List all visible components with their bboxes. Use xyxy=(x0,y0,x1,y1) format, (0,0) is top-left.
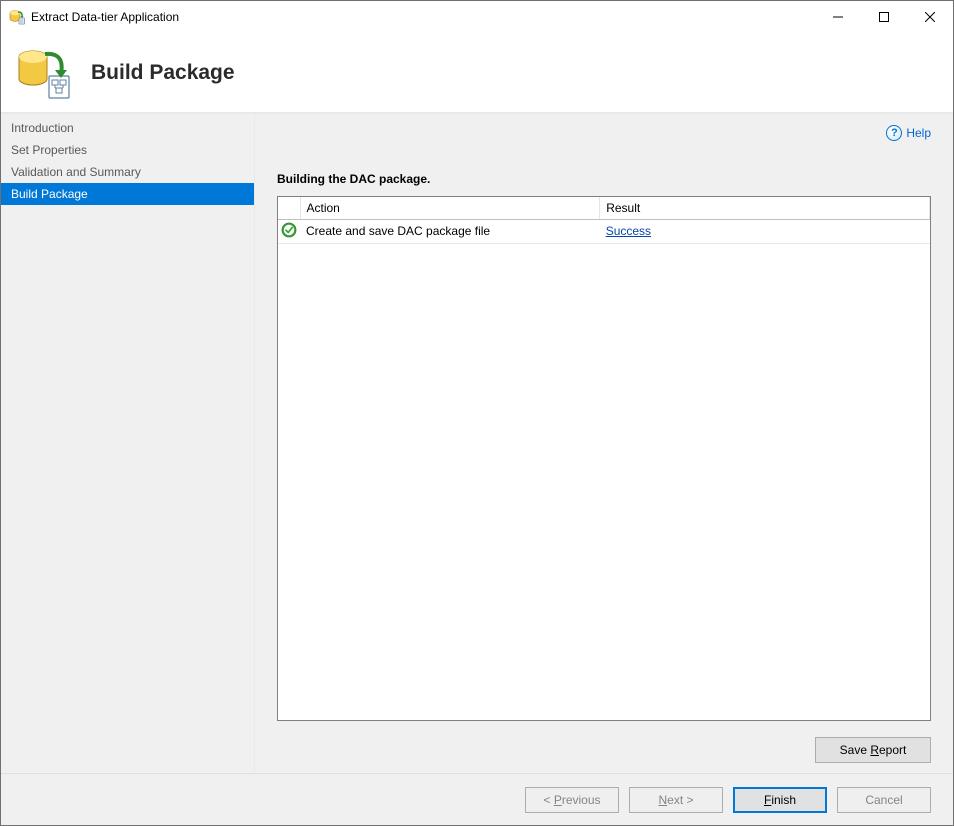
sidebar-item-validation-summary[interactable]: Validation and Summary xyxy=(1,161,254,183)
close-button[interactable] xyxy=(907,1,953,33)
help-row: ? Help xyxy=(277,122,931,144)
page-title: Build Package xyxy=(91,61,235,85)
footer: < Previous Next > Finish Cancel xyxy=(1,773,953,825)
sidebar-item-build-package[interactable]: Build Package xyxy=(1,183,254,205)
success-icon xyxy=(281,222,297,238)
help-label: Help xyxy=(906,126,931,140)
sidebar-item-introduction[interactable]: Introduction xyxy=(1,117,254,139)
body: Introduction Set Properties Validation a… xyxy=(1,113,953,773)
header-band: Build Package xyxy=(1,33,953,113)
result-cell: Success xyxy=(600,219,930,243)
status-cell xyxy=(278,219,300,243)
col-result: Result xyxy=(600,197,930,219)
progress-table: Action Result xyxy=(277,196,931,721)
result-link[interactable]: Success xyxy=(606,224,651,238)
previous-button: < Previous xyxy=(525,787,619,813)
wizard-icon xyxy=(15,44,73,102)
action-cell: Create and save DAC package file xyxy=(300,219,600,243)
section-title: Building the DAC package. xyxy=(277,172,931,186)
sidebar-item-set-properties[interactable]: Set Properties xyxy=(1,139,254,161)
col-action: Action xyxy=(300,197,600,219)
table-row: Create and save DAC package file Success xyxy=(278,219,930,243)
table-header-row: Action Result xyxy=(278,197,930,219)
minimize-button[interactable] xyxy=(815,1,861,33)
save-report-button[interactable]: Save Report xyxy=(815,737,931,763)
save-report-row: Save Report xyxy=(277,721,931,773)
window-title: Extract Data-tier Application xyxy=(31,10,179,24)
help-link[interactable]: ? Help xyxy=(886,125,931,141)
help-icon: ? xyxy=(886,125,902,141)
maximize-button[interactable] xyxy=(861,1,907,33)
cancel-button: Cancel xyxy=(837,787,931,813)
wizard-window: Extract Data-tier Application xyxy=(0,0,954,826)
titlebar: Extract Data-tier Application xyxy=(1,1,953,33)
main-panel: ? Help Building the DAC package. Action … xyxy=(255,114,953,773)
col-status xyxy=(278,197,300,219)
sidebar: Introduction Set Properties Validation a… xyxy=(1,114,255,773)
window-controls xyxy=(815,1,953,33)
app-icon xyxy=(9,9,25,25)
finish-button[interactable]: Finish xyxy=(733,787,827,813)
next-button: Next > xyxy=(629,787,723,813)
